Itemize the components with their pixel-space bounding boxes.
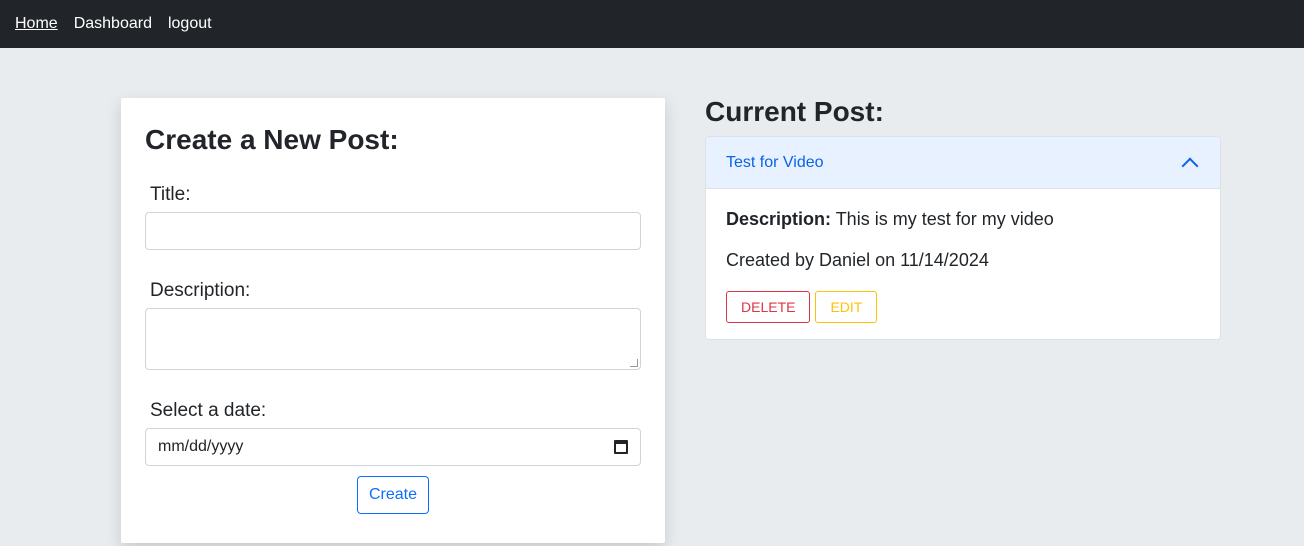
nav-logout-link[interactable]: logout bbox=[168, 15, 212, 33]
create-post-card: Create a New Post: Title: Description: S… bbox=[121, 98, 665, 543]
create-button[interactable]: Create bbox=[357, 476, 429, 514]
nav-home-link[interactable]: Home bbox=[15, 15, 58, 33]
current-post-section: Current Post: Test for Video Description… bbox=[705, 96, 1221, 340]
description-text: This is my test for my video bbox=[831, 209, 1054, 229]
description-label: Description: bbox=[150, 280, 251, 301]
create-post-heading: Create a New Post: bbox=[145, 124, 399, 155]
post-actions: DELETE EDIT bbox=[726, 291, 1200, 323]
post-title: Test for Video bbox=[726, 153, 824, 171]
resize-grip-icon[interactable] bbox=[630, 359, 638, 367]
top-navbar: Home Dashboard logout bbox=[0, 0, 1304, 48]
calendar-icon[interactable] bbox=[614, 440, 628, 454]
post-accordion-header[interactable]: Test for Video bbox=[706, 137, 1220, 189]
edit-button[interactable]: EDIT bbox=[815, 291, 878, 323]
date-placeholder: mm/dd/yyyy bbox=[158, 438, 244, 455]
post-created-by: Created by Daniel on 11/14/2024 bbox=[726, 250, 989, 270]
current-post-heading: Current Post: bbox=[705, 96, 884, 127]
delete-button[interactable]: DELETE bbox=[726, 291, 811, 323]
date-label: Select a date: bbox=[150, 400, 267, 421]
description-bold-label: Description: bbox=[726, 209, 832, 229]
title-label: Title: bbox=[150, 184, 191, 205]
post-accordion: Test for Video Description: This is my t… bbox=[705, 136, 1221, 340]
title-input[interactable] bbox=[145, 212, 641, 250]
nav-dashboard-link[interactable]: Dashboard bbox=[74, 15, 152, 33]
post-accordion-body: Description: This is my test for my vide… bbox=[706, 189, 1220, 339]
post-description: Description: This is my test for my vide… bbox=[726, 209, 1200, 230]
chevron-up-icon bbox=[1181, 157, 1199, 174]
description-textarea[interactable] bbox=[145, 308, 641, 370]
date-input[interactable]: mm/dd/yyyy bbox=[145, 428, 641, 466]
